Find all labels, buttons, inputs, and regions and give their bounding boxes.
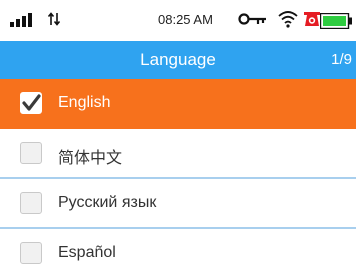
data-transfer-icon [47,11,61,32]
language-label: English [58,94,111,111]
page-indicator: 1/9 [331,51,352,68]
language-option-simplified-chinese[interactable]: 简体中文 [0,129,356,179]
language-option-spanish[interactable]: Español [0,229,356,279]
language-option-russian[interactable]: Русский язык [0,179,356,229]
status-bar: 08:25 AM [0,0,356,41]
title-bar: Language 1/9 [0,41,356,79]
language-label: Español [58,244,116,261]
language-label: 简体中文 [58,150,123,167]
checkbox[interactable] [20,142,42,164]
battery-icon [319,12,352,34]
checkmark-icon [22,94,41,111]
checkbox[interactable] [20,242,42,264]
alarm-icon [303,10,321,33]
checkbox[interactable] [20,192,42,214]
language-list: English 简体中文 Русский язык Español [0,79,356,279]
checkbox[interactable] [20,92,42,114]
wifi-icon [278,10,298,33]
page-title: Language [140,50,216,69]
language-option-english[interactable]: English [0,79,356,129]
language-label: Русский язык [58,194,157,211]
signal-icon [10,13,40,32]
status-time: 08:25 AM [158,12,213,27]
key-icon [238,12,268,31]
